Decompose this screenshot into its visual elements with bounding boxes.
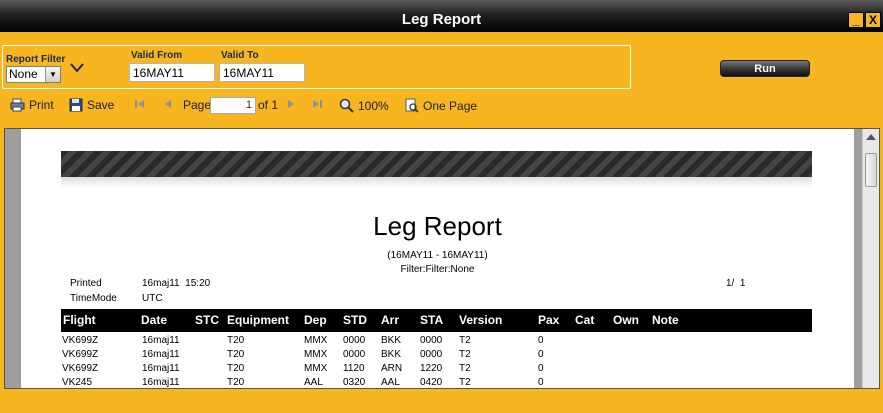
valid-from-label: Valid From	[131, 50, 183, 61]
page-label: Page	[183, 98, 212, 112]
scroll-thumb[interactable]	[865, 153, 877, 187]
column-header: Equipment	[227, 313, 289, 327]
report-viewer[interactable]: Leg Report (16MAY11 - 16MAY11) Filter:Fi…	[4, 128, 880, 389]
minimize-button[interactable]: _	[848, 12, 864, 28]
page-count: 1/ 1	[726, 278, 746, 289]
print-button[interactable]: Print	[10, 98, 54, 112]
one-page-label: One Page	[423, 98, 478, 113]
printed-value: 16maj11 15:20	[142, 278, 211, 289]
valid-from-input[interactable]: 16MAY11	[129, 63, 215, 82]
column-header: Date	[141, 313, 168, 327]
first-page-button[interactable]	[134, 98, 146, 110]
magnifier-icon	[339, 98, 354, 113]
scroll-up-icon[interactable]	[866, 134, 876, 140]
window-title: Leg Report	[401, 11, 482, 28]
report-filter-value: None	[9, 67, 38, 81]
column-header: STA	[420, 313, 444, 327]
printer-icon	[10, 98, 25, 112]
status-bar	[0, 389, 883, 413]
one-page-button[interactable]: One Page	[404, 98, 477, 113]
run-button[interactable]: Run	[720, 60, 810, 77]
page-count-label: of 1	[258, 98, 279, 112]
timemode-label: TimeMode	[70, 293, 117, 304]
report-filter-select[interactable]: None ▼	[6, 66, 61, 83]
next-page-button[interactable]	[286, 98, 296, 110]
banner-shadow	[61, 177, 812, 187]
column-header: STD	[343, 313, 367, 327]
valid-to-label: Valid To	[221, 50, 259, 61]
vertical-scrollbar[interactable]	[862, 129, 879, 388]
dropdown-arrow-icon[interactable]: ▼	[45, 67, 60, 82]
save-label: Save	[87, 98, 115, 112]
zoom-label: 100%	[358, 98, 389, 113]
window-titlebar: Leg Report _ X	[0, 0, 883, 34]
previous-page-icon	[165, 100, 171, 108]
save-button[interactable]: Save	[69, 98, 114, 112]
zoom-button[interactable]: 100%	[339, 98, 389, 113]
valid-to-input[interactable]: 16MAY11	[219, 63, 305, 82]
column-header: Dep	[304, 313, 327, 327]
floppy-disk-icon	[69, 98, 83, 112]
report-page: Leg Report (16MAY11 - 16MAY11) Filter:Fi…	[21, 129, 854, 388]
page-number-input[interactable]: 1	[210, 97, 256, 114]
chevron-down-icon[interactable]	[68, 60, 86, 76]
close-button[interactable]: X	[865, 12, 881, 28]
report-filter-panel	[2, 45, 631, 89]
table-header: Flight Date STC Equipment Dep STD Arr ST…	[61, 309, 812, 332]
column-header: Arr	[381, 313, 400, 327]
print-label: Print	[29, 98, 54, 112]
timemode-value: UTC	[142, 293, 163, 304]
previous-page-button[interactable]	[163, 98, 173, 110]
next-page-icon	[288, 100, 294, 108]
printed-label: Printed	[70, 278, 102, 289]
page-view-icon	[405, 98, 419, 113]
report-filter-line: Filter:Filter:None	[400, 264, 475, 275]
report-date-range: (16MAY11 - 16MAY11)	[387, 250, 488, 261]
column-header: Flight	[63, 313, 96, 327]
report-filter-label: Report Filter	[6, 54, 66, 65]
last-page-button[interactable]	[311, 98, 323, 110]
column-header: Note	[652, 313, 679, 327]
last-page-icon	[313, 100, 322, 108]
column-header: Cat	[575, 313, 595, 327]
report-banner	[61, 151, 812, 177]
report-title: Leg Report	[373, 211, 502, 241]
column-header: STC	[195, 313, 219, 327]
column-header: Version	[459, 313, 503, 327]
first-page-icon	[135, 100, 144, 108]
column-header: Own	[613, 313, 639, 327]
column-header: Pax	[538, 313, 560, 327]
